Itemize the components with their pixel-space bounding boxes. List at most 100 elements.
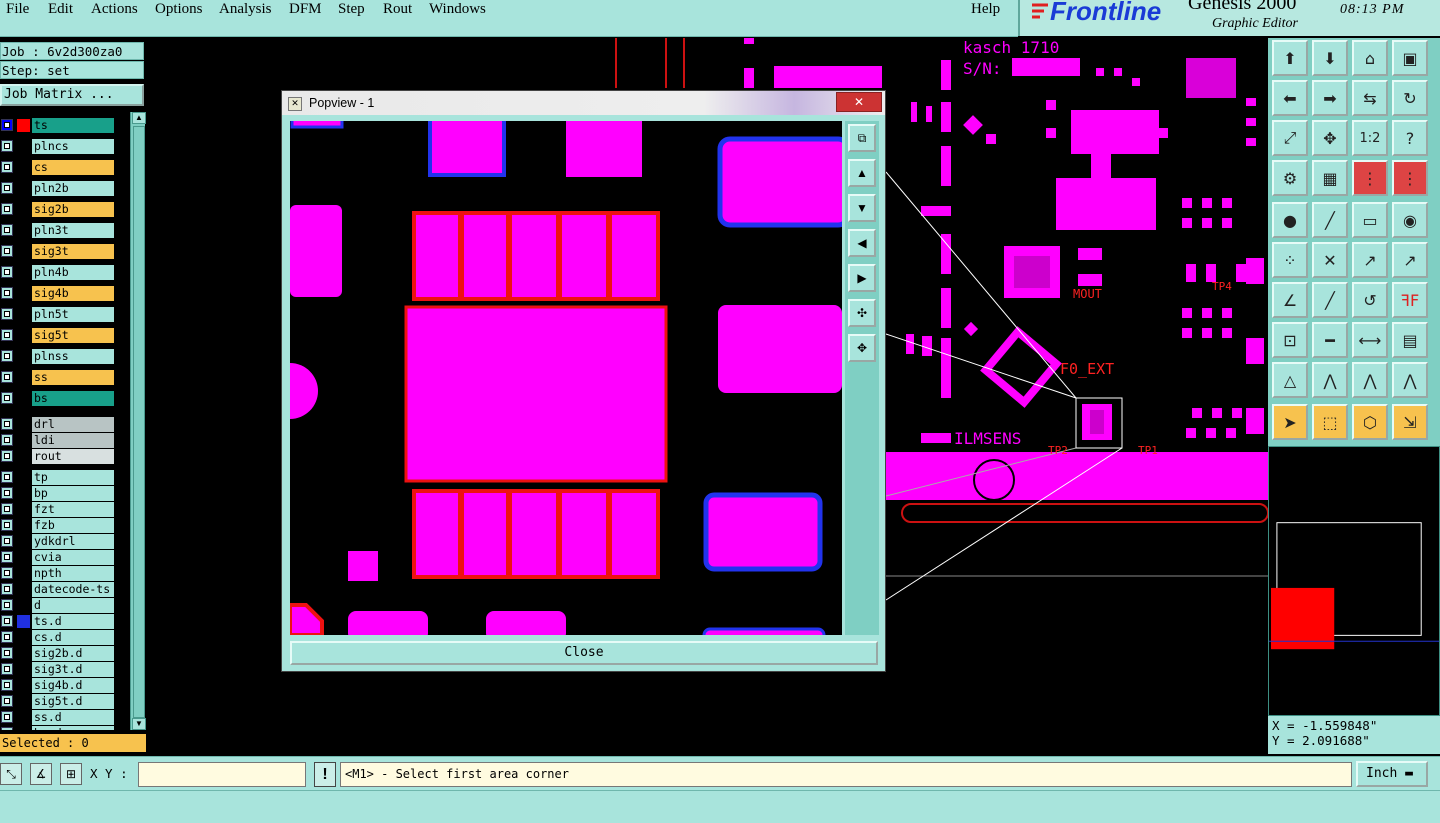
layer-checkbox[interactable] xyxy=(1,203,13,215)
layer-row-sig3t.d[interactable]: sig3t.d xyxy=(0,662,116,677)
layer-name[interactable]: sig5t xyxy=(32,328,114,343)
layer-name[interactable]: pln4b xyxy=(32,265,114,280)
help-icon[interactable]: ? xyxy=(1392,120,1428,156)
redraw-icon[interactable]: ↻ xyxy=(1392,80,1428,116)
layer-row-cs.d[interactable]: cs.d xyxy=(0,630,116,645)
layer-row-datecode-ts[interactable]: datecode-ts xyxy=(0,582,116,597)
menu-rout[interactable]: Rout xyxy=(383,1,412,18)
grid-icon[interactable]: ▦ xyxy=(1312,160,1348,196)
arc-icon[interactable]: ⋀ xyxy=(1312,362,1348,398)
layer-row-pln5t[interactable]: pln5t xyxy=(0,307,116,322)
arc2-icon[interactable]: ⋀ xyxy=(1352,362,1388,398)
layer-name[interactable]: cs.d xyxy=(32,630,114,645)
layer-checkbox[interactable] xyxy=(1,711,13,723)
layer-name[interactable]: sig2b.d xyxy=(32,646,114,661)
layer-name[interactable]: tp xyxy=(32,470,114,485)
layer-name[interactable]: sig3t xyxy=(32,244,114,259)
layer-list-scrollbar[interactable]: ▲ ▼ xyxy=(130,112,146,730)
layer-row-d[interactable]: d xyxy=(0,598,116,613)
snap-icon[interactable]: ⋮ xyxy=(1352,160,1388,196)
select-box-icon[interactable]: ⬚ xyxy=(1312,404,1348,440)
ruler-icon[interactable]: ▭ xyxy=(1352,202,1388,238)
layer-name[interactable]: bs xyxy=(32,391,114,406)
circle-pad-icon[interactable]: ◉ xyxy=(1392,202,1428,238)
layer-row-ldi[interactable]: ldi xyxy=(0,433,116,448)
layer-checkbox[interactable] xyxy=(1,727,13,730)
layer-row-fzb[interactable]: fzb xyxy=(0,518,116,533)
layer-row-fzt[interactable]: fzt xyxy=(0,502,116,517)
menu-analysis[interactable]: Analysis xyxy=(219,1,272,18)
layer-row-ts.d[interactable]: ts.d xyxy=(0,614,116,629)
zoom-fit-icon[interactable]: ⤢ xyxy=(1272,120,1308,156)
pan-right-icon[interactable]: ➡ xyxy=(1312,80,1348,116)
layer-checkbox[interactable] xyxy=(1,471,13,483)
layer-row-plnss[interactable]: plnss xyxy=(0,349,116,364)
group-icon[interactable]: ▤ xyxy=(1392,322,1428,358)
measure-snap-icon[interactable]: ⋮ xyxy=(1392,160,1428,196)
layer-row-bp[interactable]: bp xyxy=(0,486,116,501)
xy-input[interactable] xyxy=(138,762,306,787)
menu-windows[interactable]: Windows xyxy=(429,1,486,18)
delete-icon[interactable]: ✕ xyxy=(1312,242,1348,278)
angle-snap-icon[interactable]: ∡ xyxy=(30,763,52,785)
layer-row-bs[interactable]: bs xyxy=(0,391,116,406)
layer-name[interactable]: ts xyxy=(32,118,114,133)
unit-select[interactable]: Inch ▬ xyxy=(1356,761,1428,787)
triangle-icon[interactable]: △ xyxy=(1272,362,1308,398)
layer-name[interactable]: bs.d xyxy=(32,726,114,730)
window-icon[interactable]: ▣ xyxy=(1392,40,1428,76)
select-pointer-icon[interactable]: ➤ xyxy=(1272,404,1308,440)
layer-name[interactable]: npth xyxy=(32,566,114,581)
layer-row-sig4b.d[interactable]: sig4b.d xyxy=(0,678,116,693)
layer-name[interactable]: ss xyxy=(32,370,114,385)
layer-row-cs[interactable]: cs xyxy=(0,160,116,175)
popview-close-button[interactable]: Close xyxy=(290,641,878,665)
layer-checkbox[interactable] xyxy=(1,663,13,675)
layer-row-rout[interactable]: rout xyxy=(0,449,116,464)
settings-icon[interactable]: ⚙ xyxy=(1272,160,1308,196)
connect-icon[interactable]: ⁘ xyxy=(1272,242,1308,278)
select-poly-icon[interactable]: ⬡ xyxy=(1352,404,1388,440)
pv-pan-up-icon[interactable]: ▲ xyxy=(848,159,876,187)
layer-name[interactable]: plncs xyxy=(32,139,114,154)
scroll-down-icon[interactable]: ▼ xyxy=(132,718,146,730)
layer-name[interactable]: bp xyxy=(32,486,114,501)
layer-name[interactable]: pln5t xyxy=(32,307,114,322)
move-icon[interactable]: ↗ xyxy=(1352,242,1388,278)
menu-actions[interactable]: Actions xyxy=(91,1,138,18)
overview-map[interactable] xyxy=(1268,446,1440,716)
layer-row-ss[interactable]: ss xyxy=(0,370,116,385)
rotate-icon[interactable]: ↺ xyxy=(1352,282,1388,318)
layer-name[interactable]: ldi xyxy=(32,433,114,448)
home-icon[interactable]: ⌂ xyxy=(1352,40,1388,76)
layer-name[interactable]: ss.d xyxy=(32,710,114,725)
pv-zoom-in-icon[interactable]: ✣ xyxy=(848,299,876,327)
layer-name[interactable]: fzt xyxy=(32,502,114,517)
add-point-icon[interactable]: ⊡ xyxy=(1272,322,1308,358)
zoom-center-icon[interactable]: ✥ xyxy=(1312,120,1348,156)
layer-row-ts[interactable]: ts xyxy=(0,118,116,133)
layer-checkbox[interactable] xyxy=(1,350,13,362)
layer-name[interactable]: sig4b.d xyxy=(32,678,114,693)
add-line-icon[interactable]: ╱ xyxy=(1312,202,1348,238)
layer-name[interactable]: ydkdrl xyxy=(32,534,114,549)
layer-checkbox[interactable] xyxy=(1,567,13,579)
layer-row-ydkdrl[interactable]: ydkdrl xyxy=(0,534,116,549)
layer-row-sig4b[interactable]: sig4b xyxy=(0,286,116,301)
flip-icon[interactable]: ꟻF xyxy=(1392,282,1428,318)
layer-checkbox[interactable] xyxy=(1,631,13,643)
layer-row-pln3t[interactable]: pln3t xyxy=(0,223,116,238)
menu-options[interactable]: Options xyxy=(155,1,203,18)
layer-name[interactable]: d xyxy=(32,598,114,613)
pan-down-icon[interactable]: ⬇ xyxy=(1312,40,1348,76)
menu-edit[interactable]: Edit xyxy=(48,1,73,18)
layer-checkbox[interactable] xyxy=(1,266,13,278)
layer-name[interactable]: pln2b xyxy=(32,181,114,196)
layer-checkbox[interactable] xyxy=(1,695,13,707)
layer-checkbox[interactable] xyxy=(1,450,13,462)
pv-pan-down-icon[interactable]: ▼ xyxy=(848,194,876,222)
layer-checkbox[interactable] xyxy=(1,140,13,152)
mirror-icon[interactable]: ⇆ xyxy=(1352,80,1388,116)
layer-name[interactable]: sig4b xyxy=(32,286,114,301)
layer-row-plncs[interactable]: plncs xyxy=(0,139,116,154)
